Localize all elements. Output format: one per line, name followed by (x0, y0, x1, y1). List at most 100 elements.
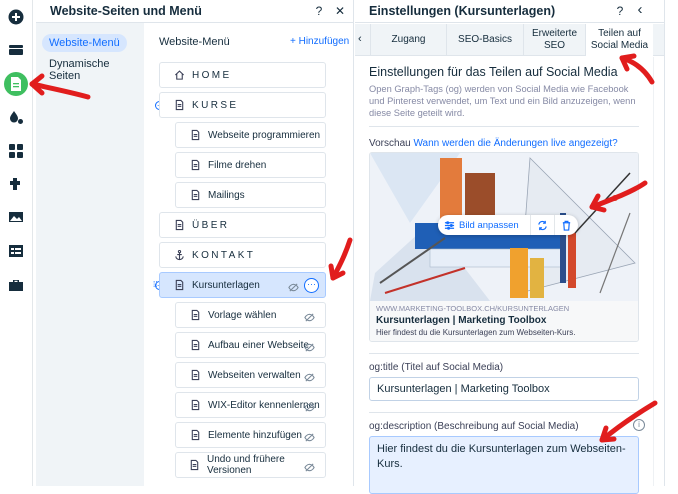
section-description: Open Graph-Tags (og) werden von Social M… (369, 84, 636, 118)
og-title-label: og:title (Titel auf Social Media) (369, 362, 504, 373)
menu-row-label: Elemente hinzufügen (208, 429, 302, 441)
preview-label: Vorschau (369, 138, 411, 149)
tab-teilen-auf-social-media[interactable]: Teilen auf Social Media (585, 24, 653, 56)
replace-image-button[interactable] (531, 215, 555, 235)
settings-body: Einstellungen für das Teilen auf Social … (355, 57, 652, 494)
menu-row-label: ÜBER (192, 219, 230, 231)
cms-icon[interactable] (4, 239, 28, 263)
menu-row-label: Webseiten verwalten (208, 369, 301, 381)
preview-description: Hier findest du die Kursunterlagen zum W… (376, 328, 576, 337)
hidden-eye-icon (304, 460, 315, 472)
settings-header: Einstellungen (Kursunterlagen) ? ‹ (355, 0, 664, 23)
apps-icon[interactable] (4, 139, 28, 163)
drag-handle[interactable]: ⁞⁞ (153, 280, 157, 289)
menu-row-ueber[interactable]: ÜBER (159, 212, 326, 238)
menu-row-label: Filme drehen (208, 159, 267, 171)
media-icon[interactable] (4, 205, 28, 229)
og-description-label: og:description (Beschreibung auf Social … (369, 421, 579, 432)
tab-seo-basics[interactable]: SEO-Basics (446, 24, 523, 56)
page-icon (186, 159, 204, 171)
hidden-eye-icon (304, 430, 315, 442)
menu-row-kontakt[interactable]: KONTAKT (159, 242, 326, 268)
menu-title: Website-Menü (159, 36, 230, 48)
more-actions-button[interactable]: ··· (304, 278, 319, 293)
pages-panel-header: Website-Seiten und Menü ? ✕ (36, 0, 354, 23)
divider (369, 412, 639, 413)
app-market-icon[interactable] (4, 172, 28, 196)
menu-row-wix-editor-kennenlernen[interactable]: WIX-Editor kennenlernen (175, 392, 326, 418)
preview-image[interactable]: Bild anpassen (370, 153, 638, 301)
menu-row-undo-und-fruehere-versionen[interactable]: Undo und frühere Versionen (175, 452, 326, 478)
divider (369, 353, 639, 354)
tabs-scroll-left-icon[interactable]: ‹ (358, 33, 362, 45)
menu-row-label: KONTAKT (192, 249, 256, 261)
social-preview-card: Bild anpassen WWW.MARKETING-TOOLBOX.CH/K… (369, 152, 639, 342)
menu-row-home[interactable]: HOME (159, 62, 326, 88)
menu-row-label: KURSE (192, 99, 239, 111)
og-title-input[interactable]: Kursunterlagen | Marketing Toolbox (369, 377, 639, 401)
close-button[interactable]: ✕ (333, 4, 347, 18)
menu-row-mailings[interactable]: Mailings (175, 182, 326, 208)
help-button[interactable]: ? (312, 4, 326, 18)
menu-row-kursunterlagen[interactable]: ⁞⁞ Kursunterlagen ··· (153, 272, 326, 298)
settings-title: Einstellungen (Kursunterlagen) (369, 4, 556, 18)
og-description-textarea[interactable]: Hier findest du die Kursunterlagen zum W… (369, 436, 639, 494)
page-icon (186, 129, 204, 141)
delete-image-button[interactable] (555, 215, 578, 235)
sliders-icon (444, 220, 455, 230)
preview-meta: WWW.MARKETING-TOOLBOX.CH/KURSUNTERLAGEN … (370, 301, 638, 341)
pages-icon[interactable] (4, 72, 28, 96)
menu-area: Website-Menü + Hinzufügen HOME − KURSE W… (144, 23, 354, 486)
page-icon (186, 369, 204, 381)
menu-row-elemente-hinzufuegen[interactable]: Elemente hinzufügen (175, 422, 326, 448)
page-icon (186, 399, 204, 411)
settings-tabs: ‹ Zugang SEO-Basics Erweiterte SEO Teile… (355, 24, 664, 56)
hidden-eye-icon (304, 340, 315, 352)
preview-heading: Vorschau Wann werden die Änderungen live… (369, 138, 618, 149)
add-icon[interactable] (4, 5, 28, 29)
page-icon (170, 219, 188, 231)
page-icon (186, 459, 203, 471)
adjust-image-button[interactable]: Bild anpassen (438, 215, 531, 235)
menu-row-label: WIX-Editor kennenlernen (208, 399, 320, 411)
section-title: Einstellungen für das Teilen auf Social … (369, 65, 618, 79)
tab-erweiterte-seo[interactable]: Erweiterte SEO (523, 24, 585, 56)
home-icon (170, 69, 188, 81)
menu-row-webseite-programmieren[interactable]: Webseite programmieren (175, 122, 326, 148)
sections-icon[interactable] (4, 38, 28, 62)
help-button[interactable]: ? (613, 4, 627, 18)
menu-row-webseiten-verwalten[interactable]: Webseiten verwalten (175, 362, 326, 388)
hidden-eye-icon (304, 370, 315, 382)
replace-icon (538, 220, 547, 230)
preview-url: WWW.MARKETING-TOOLBOX.CH/KURSUNTERLAGEN (376, 304, 570, 313)
menu-row-vorlage-waehlen[interactable]: Vorlage wählen (175, 302, 326, 328)
pages-panel-title: Website-Seiten und Menü (50, 4, 202, 18)
menu-row-filme-drehen[interactable]: Filme drehen (175, 152, 326, 178)
editor-left-rail (0, 0, 33, 486)
nav-item-website-menu[interactable]: Website-Menü (42, 34, 127, 52)
hidden-eye-icon (304, 400, 315, 412)
nav-item-dynamic-pages[interactable]: Dynamische Seiten (42, 55, 144, 85)
pages-nav: Website-Menü Dynamische Seiten (36, 23, 144, 486)
page-icon (170, 279, 188, 291)
live-info-link[interactable]: Wann werden die Änderungen live angezeig… (413, 138, 617, 149)
menu-row-label: Kursunterlagen (192, 279, 260, 291)
menu-row-label: Webseite programmieren (208, 129, 321, 141)
scrollbar[interactable] (653, 57, 664, 486)
design-icon[interactable] (4, 105, 28, 129)
page-icon (186, 339, 204, 351)
business-icon[interactable] (4, 273, 28, 297)
page-icon (186, 189, 204, 201)
menu-row-aufbau-einer-webseite[interactable]: Aufbau einer Webseite (175, 332, 326, 358)
trash-icon (562, 220, 571, 231)
back-button[interactable]: ‹ (633, 1, 647, 18)
tab-zugang[interactable]: Zugang (370, 24, 446, 56)
menu-row-label: Aufbau einer Webseite (208, 339, 309, 351)
adjust-image-label: Bild anpassen (459, 219, 519, 231)
image-action-bar: Bild anpassen (438, 215, 578, 235)
menu-row-kurse[interactable]: KURSE (159, 92, 326, 118)
hidden-eye-icon (288, 280, 299, 292)
add-page-link[interactable]: + Hinzufügen (290, 36, 349, 47)
divider (369, 126, 639, 127)
info-icon[interactable]: i (633, 419, 645, 431)
